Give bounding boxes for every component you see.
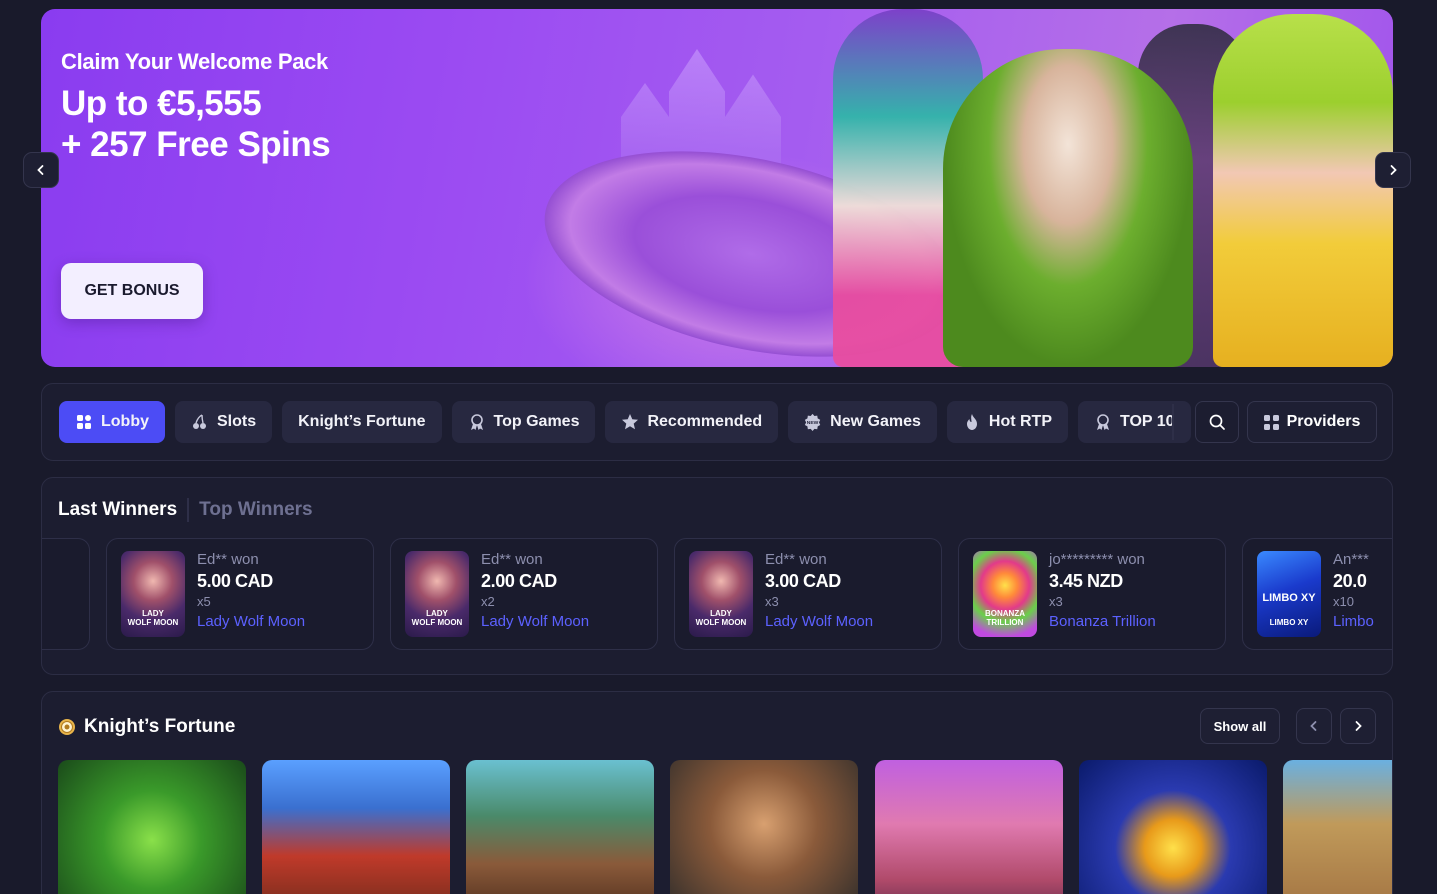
hero-title-line2: + 257 Free Spins (61, 125, 331, 164)
nav-new-games[interactable]: NEW New Games (788, 401, 937, 443)
winner-game-link[interactable]: Limbo (1333, 613, 1374, 630)
nav-label: Top Games (493, 413, 580, 430)
game-thumbnail: LADY WOLF MOON (689, 551, 753, 637)
hero-text: Claim Your Welcome Pack Up to €5,555 + 2… (61, 49, 331, 165)
game-thumbnail: LIMBO XY LIMBO XY (1257, 551, 1321, 637)
thumbnail-title: BONANZA TRILLION (985, 609, 1025, 627)
search-button[interactable] (1195, 401, 1239, 443)
star-icon (621, 413, 639, 431)
cherry-icon (191, 413, 209, 431)
show-all-button[interactable]: Show all (1200, 708, 1280, 744)
thumbnail-subtitle: LIMBO XY (1269, 618, 1309, 627)
nav-label: New Games (830, 413, 921, 430)
winner-card[interactable]: BONANZA TRILLION jo********* won 3.45 NZD… (958, 538, 1226, 650)
game-thumbnail: BONANZA TRILLION (973, 551, 1037, 637)
tab-divider (187, 498, 190, 522)
game-tile[interactable] (1283, 760, 1392, 894)
winner-multiplier: x2 (481, 594, 495, 609)
section-title: Knight’s Fortune (84, 716, 236, 737)
winner-game-link[interactable]: Lady Wolf Moon (765, 613, 873, 630)
winner-game-link[interactable]: Lady Wolf Moon (481, 613, 589, 630)
winner-multiplier: x5 (197, 594, 211, 609)
winner-amount: 3.45 NZD (1049, 571, 1123, 591)
chevron-right-icon (1390, 165, 1397, 175)
winner-multiplier: x10 (1333, 594, 1354, 609)
knights-fortune-section: Knight’s Fortune Show all (41, 691, 1393, 894)
game-thumbnail: LADY WOLF MOON (405, 551, 469, 637)
hero-subtitle: Claim Your Welcome Pack (61, 49, 328, 74)
thumbnail-title: LADY WOLF MOON (695, 609, 747, 627)
winner-user: jo********* won (1049, 551, 1145, 568)
game-tile[interactable] (466, 760, 654, 894)
nav-hot-rtp[interactable]: Hot RTP (946, 401, 1068, 443)
hero-title-line1: Up to €5,555 (61, 84, 262, 123)
chevron-right-icon (1355, 721, 1362, 731)
award-icon (468, 413, 486, 431)
nav-recommended[interactable]: Recommended (605, 401, 779, 443)
winner-user: An*** (1333, 551, 1369, 568)
fire-icon (963, 413, 981, 431)
nav-lobby[interactable]: Lobby (59, 401, 165, 443)
winner-game-link[interactable]: Bonanza Trillion (1049, 613, 1156, 630)
nav-label: TOP 10 (1120, 413, 1175, 430)
chevron-left-icon (37, 165, 44, 175)
nav-divider (1172, 404, 1174, 440)
nav-knights-fortune[interactable]: Knight’s Fortune (282, 401, 442, 443)
nav-label: Lobby (101, 413, 149, 430)
award-icon (1094, 413, 1112, 431)
nav-label: Knight’s Fortune (298, 413, 426, 430)
games-next-button[interactable] (1340, 708, 1376, 744)
coin-icon (59, 719, 75, 735)
games-carousel (58, 760, 1392, 894)
nav-top-games[interactable]: Top Games (451, 401, 596, 443)
winner-card[interactable]: LADY WOLF MOON Ed** won 5.00 CAD x5 Lady … (106, 538, 374, 650)
game-tile[interactable] (875, 760, 1063, 894)
providers-label: Providers (1286, 413, 1361, 430)
svg-text:NEW: NEW (807, 420, 819, 426)
grid-icon (1263, 414, 1279, 430)
winner-multiplier: x3 (765, 594, 779, 609)
hero-banner[interactable]: Claim Your Welcome Pack Up to €5,555 + 2… (41, 9, 1393, 367)
chevron-left-icon (1310, 721, 1317, 731)
winner-card[interactable]: LADY WOLF MOON Ed** won 2.00 CAD x2 Lady … (390, 538, 658, 650)
grid-icon (75, 413, 93, 431)
winner-game-link[interactable]: Lady Wolf Moon (197, 613, 305, 630)
winners-panel: Last Winners Top Winners LADY WOLF MOON E… (41, 477, 1393, 675)
thumbnail-title: LIMBO XY (1262, 592, 1316, 604)
providers-button[interactable]: Providers (1247, 401, 1377, 443)
winner-user: Ed** won (197, 551, 259, 568)
games-prev-button[interactable] (1296, 708, 1332, 744)
winner-user: Ed** won (481, 551, 543, 568)
winner-amount: 20.0 (1333, 571, 1367, 591)
nav-slots[interactable]: Slots (175, 401, 273, 443)
thumbnail-title: LADY WOLF MOON (411, 609, 463, 627)
winner-amount: 2.00 CAD (481, 571, 557, 591)
hero-prev-button[interactable] (23, 152, 59, 188)
winners-list: LADY WOLF MOON Ed** won 5.00 CAD x5 Lady … (42, 538, 1392, 652)
nav-label: Recommended (647, 413, 763, 430)
new-badge-icon: NEW (804, 413, 822, 431)
category-nav: Lobby Slots Knight’s Fortune Top Games R… (41, 383, 1393, 461)
winner-card[interactable]: LADY WOLF MOON Ed** won 3.00 CAD x3 Lady … (674, 538, 942, 650)
winner-card[interactable]: LIMBO XY LIMBO XY An*** 20.0 x10 Limbo (1242, 538, 1392, 650)
hero-characters-illustration (793, 9, 1393, 367)
hero-next-button[interactable] (1375, 152, 1411, 188)
tab-top-winners[interactable]: Top Winners (199, 499, 312, 521)
get-bonus-button[interactable]: GET BONUS (61, 263, 203, 319)
game-tile[interactable] (262, 760, 450, 894)
game-thumbnail: LADY WOLF MOON (121, 551, 185, 637)
game-tile[interactable] (58, 760, 246, 894)
winner-amount: 5.00 CAD (197, 571, 273, 591)
nav-label: Slots (217, 413, 257, 430)
winner-card-partial[interactable] (42, 538, 90, 650)
winner-user: Ed** won (765, 551, 827, 568)
game-tile[interactable] (670, 760, 858, 894)
winner-multiplier: x3 (1049, 594, 1063, 609)
nav-label: Hot RTP (988, 413, 1052, 430)
game-tile[interactable] (1079, 760, 1267, 894)
tab-last-winners[interactable]: Last Winners (58, 499, 177, 521)
thumbnail-title: LADY WOLF MOON (127, 609, 179, 627)
search-icon (1209, 414, 1225, 430)
winner-amount: 3.00 CAD (765, 571, 841, 591)
